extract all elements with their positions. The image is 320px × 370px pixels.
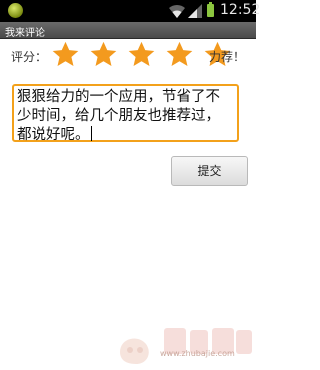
star-icon[interactable]: [127, 40, 156, 69]
app-notification-icon: [8, 3, 23, 18]
wifi-icon: [169, 4, 185, 18]
title-bar: 我来评论: [0, 22, 256, 39]
status-bar: 12:52: [0, 0, 260, 22]
rating-label: 评分：: [11, 50, 48, 64]
submit-button[interactable]: 提交: [171, 156, 248, 186]
battery-icon: [207, 2, 214, 17]
signal-icon: [188, 4, 202, 18]
star-icon[interactable]: [51, 40, 80, 69]
rating-level-text: 力荐！: [209, 50, 246, 64]
watermark-text: www.zhubajie.com: [160, 349, 235, 358]
comment-input[interactable]: 狠狠给力的一个应用，节省了不少时间，给几个朋友也推荐过，都说好呢。: [12, 84, 239, 143]
star-icon[interactable]: [165, 40, 194, 69]
window-title: 我来评论: [5, 28, 45, 39]
clock: 12:52: [220, 2, 261, 18]
text-cursor: [90, 126, 92, 141]
comment-text: 狠狠给力的一个应用，节省了不少时间，给几个朋友也推荐过，都说好呢。: [17, 89, 220, 143]
watermark-logo: [120, 328, 252, 364]
star-icon[interactable]: [89, 40, 118, 69]
